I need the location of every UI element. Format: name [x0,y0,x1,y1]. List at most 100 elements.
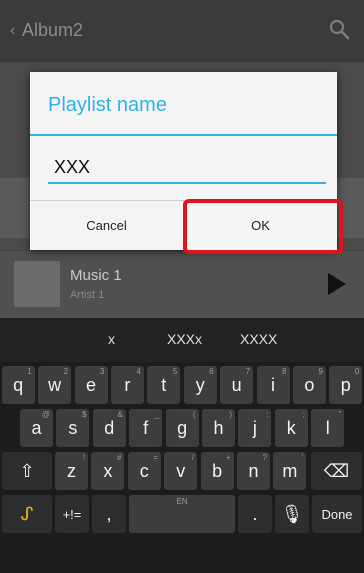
key-hint: 6 [209,367,214,376]
ok-button-highlight [183,199,343,254]
key-hint: 2 [63,367,69,376]
key-l[interactable]: l " [311,409,345,447]
key-v-label: v [176,460,186,481]
key-s-label: s [68,417,78,438]
key-v[interactable]: v / [164,452,198,490]
key-hint: ; [302,410,305,419]
key-o-label: o [304,374,315,395]
app-title: Album2 [22,20,84,40]
key-u-label: u [231,374,242,395]
key-n[interactable]: n? [237,452,270,490]
key-hint: 7 [245,367,251,376]
key-j[interactable]: j: [238,409,272,447]
key-hint: _ [154,410,160,419]
key-m[interactable]: m ' [273,452,307,490]
key-j-label: j [252,417,257,438]
key-hint: / [191,453,195,462]
key-g[interactable]: g( [165,409,199,447]
key-e[interactable]: e3 [74,366,108,404]
key-l-label: l [325,417,330,438]
key-s[interactable]: s $ [56,409,90,447]
key-i[interactable]: i8 [256,366,290,404]
screen: ‹ Album2 Music 1 Artist 1 Playlist name … [0,0,364,573]
handwriting-key[interactable]: ᔑ [2,495,52,533]
playlist-name-input[interactable] [48,152,326,184]
suggestion-item[interactable]: XXXX [240,331,277,347]
key-a-label: a [31,417,42,438]
music-list-item[interactable]: Music 1 Artist 1 [0,250,364,318]
key-hint: 0 [354,367,360,376]
key-z[interactable]: z! [55,452,88,490]
key-f[interactable]: f _ [129,409,163,447]
comma-key[interactable]: , [92,495,126,533]
key-w[interactable]: w2 [38,366,72,404]
mic-key[interactable]: 🎙 [275,495,309,533]
backspace-key[interactable]: ⌫ [311,452,362,490]
key-hint: # [116,453,122,462]
key-hint: : [266,410,269,419]
key-b[interactable]: b + [200,452,234,490]
key-hint: " [338,410,342,419]
key-k-label: k [286,417,296,438]
suggestion-bar: x XXXx XXXX [0,318,364,362]
app-bar: ‹ Album2 [0,0,364,62]
period-key-label: . [252,503,258,524]
suggestion-item[interactable]: XXXx [167,331,202,347]
play-icon[interactable] [328,273,346,295]
key-m-label: m [282,460,298,481]
suggestion-item[interactable]: x [108,331,115,347]
space-key[interactable]: EN [129,495,235,533]
key-n-label: n [248,460,259,481]
back-icon[interactable]: ‹ [10,22,15,40]
key-hint: ) [229,410,232,419]
shift-key-label: ⇧ [19,460,35,481]
key-hint: 4 [136,367,141,376]
search-icon[interactable] [328,18,350,40]
key-h[interactable]: h) [202,409,235,447]
key-hint: = [153,453,158,462]
key-hint: ( [192,410,196,419]
backspace-key-label: ⌫ [323,460,350,481]
key-k[interactable]: k; [274,409,308,447]
dialog-title-divider [30,134,337,136]
key-o[interactable]: o9 [292,366,326,404]
done-key[interactable]: Done [312,495,362,533]
key-i-label: i [271,374,275,395]
key-y-label: y [195,374,205,395]
key-f-label: f [143,417,149,438]
key-g-label: g [177,417,188,438]
key-hint: $ [81,410,87,419]
key-t[interactable]: t5 [147,366,181,404]
key-r[interactable]: r4 [110,366,144,404]
key-h-label: h [213,417,224,438]
cancel-button[interactable]: Cancel [30,201,183,250]
dialog-title: Playlist name [48,94,167,116]
key-hint: 5 [172,367,178,376]
key-b-label: b [212,460,223,481]
key-d[interactable]: d & [92,409,126,447]
key-x-label: x [103,460,113,481]
key-r-label: r [124,374,131,395]
symbols-key[interactable]: +!= [55,495,89,533]
key-c[interactable]: c = [127,452,161,490]
key-hint: 9 [318,367,323,376]
key-c-label: c [139,460,149,481]
soft-keyboard: x XXXx XXXX q 1 w 2 e 3 r 4 t 5 y 6 u 7 i 8 o 9 p 0 a @ s $ d & f _… [0,318,364,573]
key-a[interactable]: a @ [20,409,53,447]
key-p[interactable]: p0 [329,366,363,404]
key-hint: & [117,410,123,419]
key-p-label: p [340,374,351,395]
symbols-key-label: +!= [62,506,82,522]
key-hint: ! [82,453,85,462]
key-t-label: t [161,374,167,395]
handwriting-key-label: ᔑ [20,503,34,524]
key-hint: ? [262,453,267,462]
key-y[interactable]: y6 [183,366,217,404]
key-u[interactable]: u7 [220,366,254,404]
key-q[interactable]: q1 [1,366,35,404]
music-title: Music 1 [70,267,122,284]
shift-key[interactable]: ⇧ [2,452,52,490]
key-x[interactable]: x # [91,452,125,490]
period-key[interactable]: . [238,495,272,533]
key-d-label: d [104,417,115,438]
